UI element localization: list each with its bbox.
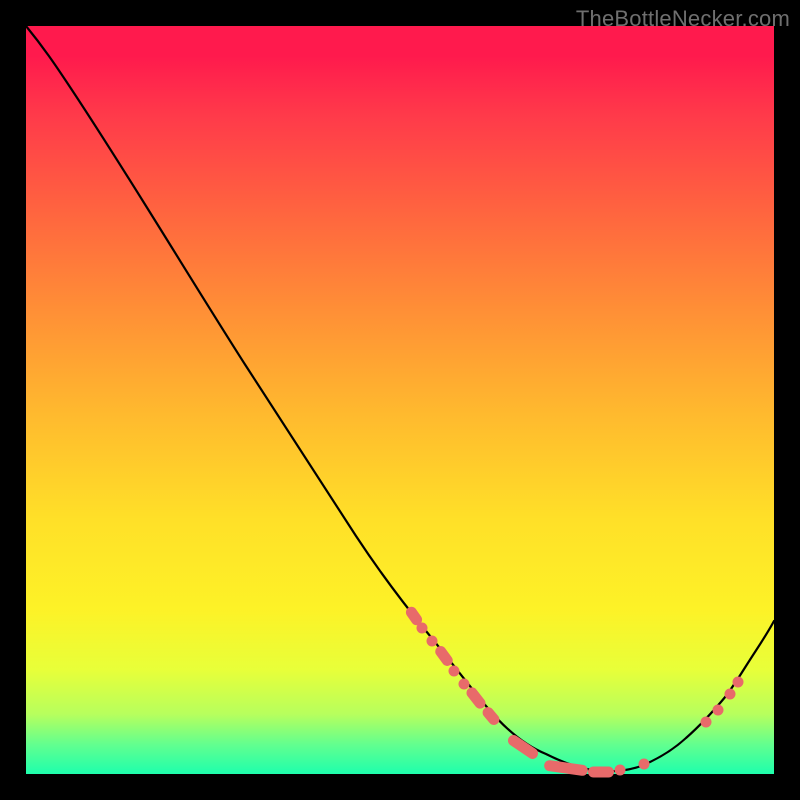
dot-marker [449, 666, 460, 677]
marker-group [404, 605, 744, 778]
pill-marker [480, 705, 501, 727]
chart-svg [26, 26, 774, 774]
marker-pills [404, 605, 614, 778]
dot-marker [417, 623, 428, 634]
dot-marker [427, 636, 438, 647]
pill-marker [506, 733, 540, 761]
dot-marker [639, 759, 650, 770]
watermark-text: TheBottleNecker.com [576, 6, 790, 32]
dot-marker [701, 717, 712, 728]
dot-marker [615, 765, 626, 776]
chart-plot-area [26, 26, 774, 774]
dot-marker [713, 705, 724, 716]
dot-marker [459, 679, 470, 690]
bottleneck-curve [26, 26, 774, 771]
dot-marker [733, 677, 744, 688]
pill-marker [588, 767, 614, 778]
dot-marker [725, 689, 736, 700]
marker-dots [417, 623, 744, 776]
pill-marker [464, 685, 487, 711]
